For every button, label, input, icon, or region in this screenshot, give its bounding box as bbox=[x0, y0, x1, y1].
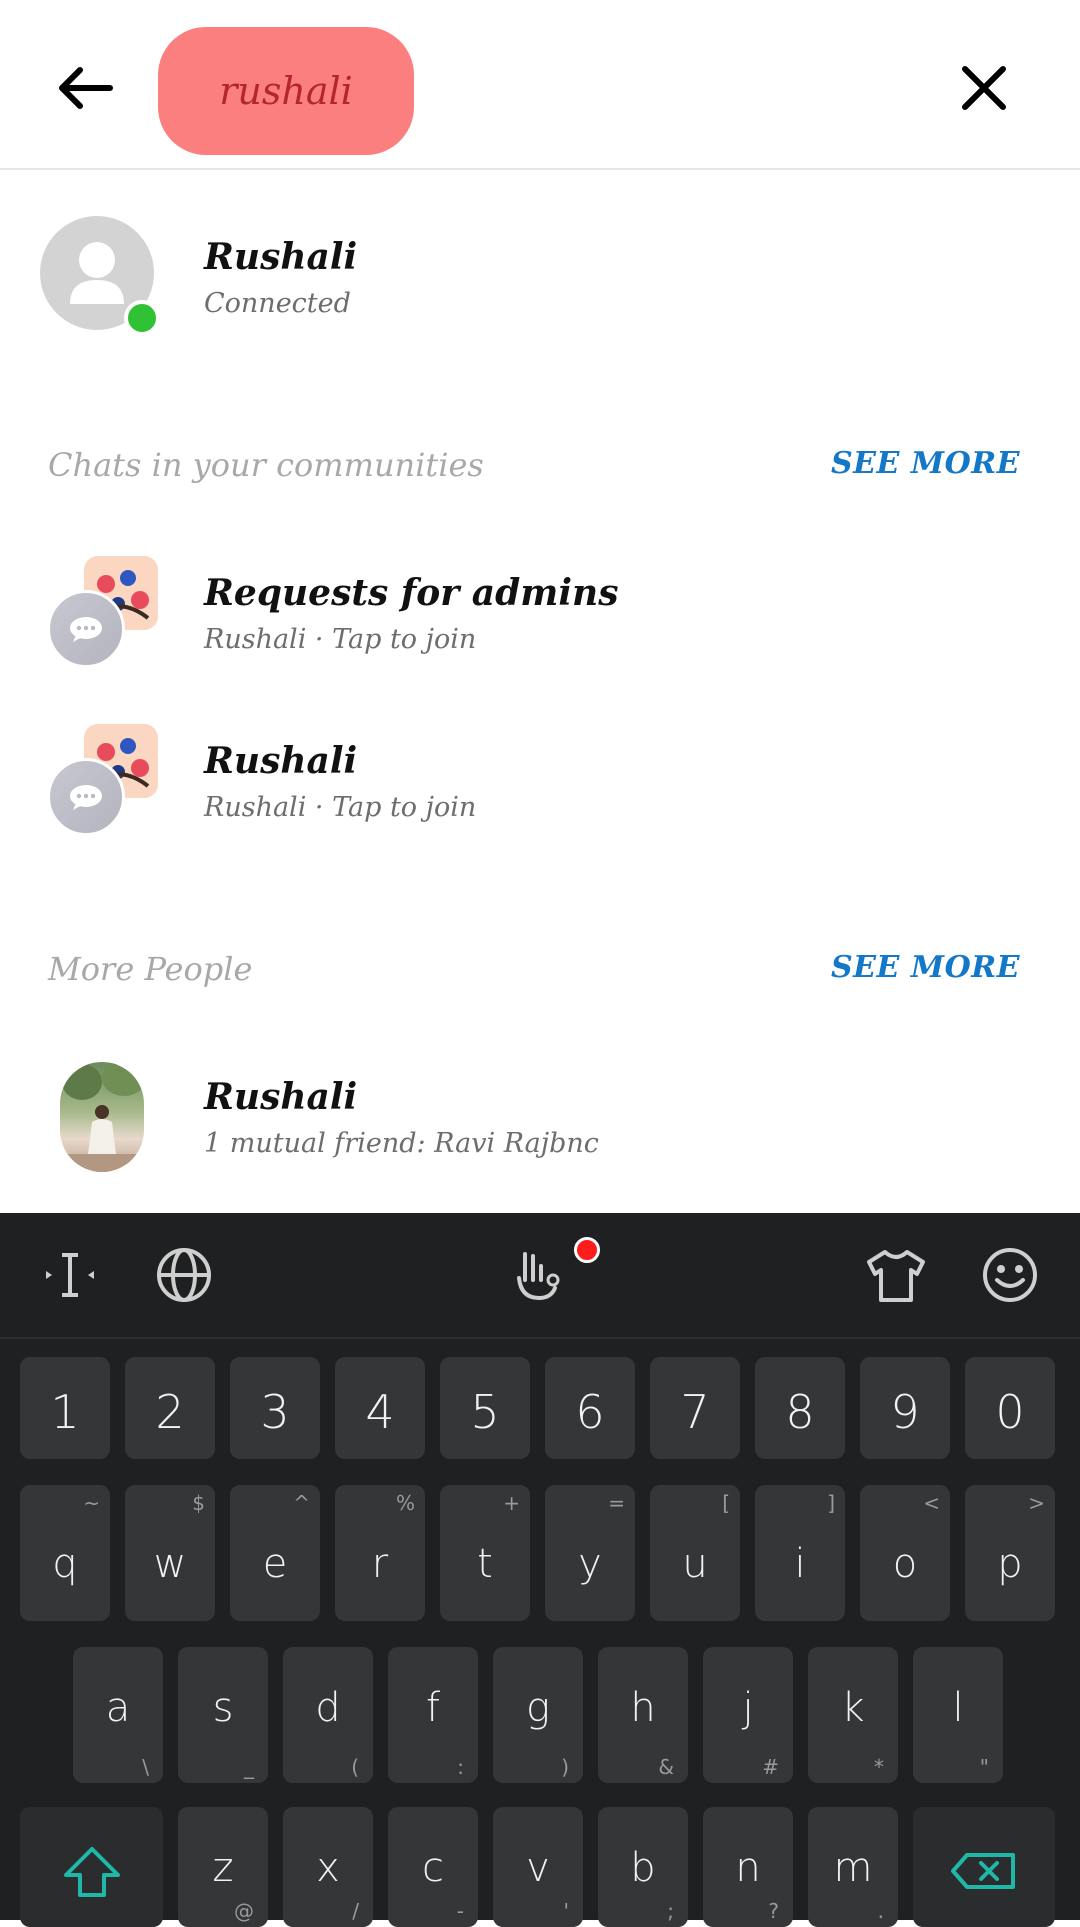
back-button[interactable] bbox=[48, 52, 120, 124]
key-r[interactable]: % r bbox=[335, 1485, 425, 1621]
contact-status: Connected bbox=[204, 288, 351, 319]
shift-arrow-icon bbox=[64, 1847, 120, 1897]
person-name: Rushali bbox=[204, 1076, 358, 1118]
key-4[interactable]: 4 bbox=[335, 1357, 425, 1459]
more-people-section-header: More People SEE MORE bbox=[0, 944, 1080, 1004]
arrow-left-icon bbox=[59, 67, 113, 109]
key-l[interactable]: l " bbox=[913, 1647, 1003, 1783]
key-m[interactable]: m. bbox=[808, 1807, 898, 1927]
key-k[interactable]: k * bbox=[808, 1647, 898, 1783]
key-p[interactable]: > p bbox=[965, 1485, 1055, 1621]
key-i[interactable]: ] i bbox=[755, 1485, 845, 1621]
key-5[interactable]: 5 bbox=[440, 1357, 530, 1459]
search-input[interactable]: rushali bbox=[158, 27, 414, 155]
key-3[interactable]: 3 bbox=[230, 1357, 320, 1459]
person-result-row[interactable]: Rushali 1 mutual friend: Ravi Rajbnc bbox=[0, 1062, 1080, 1202]
chat-bubble-icon bbox=[47, 758, 125, 836]
see-more-people-link[interactable]: SEE MORE bbox=[831, 950, 1020, 985]
key-d[interactable]: d( bbox=[283, 1647, 373, 1783]
contact-result-row[interactable]: Rushali Connected bbox=[0, 216, 1080, 356]
notification-dot bbox=[574, 1237, 600, 1263]
key-w[interactable]: $ w bbox=[125, 1485, 215, 1621]
hand-gesture-icon bbox=[517, 1252, 560, 1301]
shift-key[interactable] bbox=[20, 1807, 163, 1927]
community-chat-subtitle: Rushali · Tap to join bbox=[204, 792, 477, 823]
community-chat-title: Rushali bbox=[204, 740, 358, 782]
key-c[interactable]: c- bbox=[388, 1807, 478, 1927]
key-6[interactable]: 6 bbox=[545, 1357, 635, 1459]
community-chat-row[interactable]: Rushali Rushali · Tap to join bbox=[0, 724, 1080, 864]
text-cursor-icon bbox=[46, 1253, 94, 1297]
search-header: rushali bbox=[0, 0, 1080, 170]
key-y[interactable]: = y bbox=[545, 1485, 635, 1621]
community-chat-title: Requests for admins bbox=[204, 572, 619, 614]
close-icon bbox=[962, 66, 1006, 110]
avatar bbox=[60, 1062, 144, 1172]
backspace-icon bbox=[951, 1853, 1015, 1889]
key-u[interactable]: [u bbox=[650, 1485, 740, 1621]
community-chat-subtitle: Rushali · Tap to join bbox=[204, 624, 477, 655]
emoji-button[interactable] bbox=[978, 1243, 1042, 1307]
section-title: More People bbox=[48, 950, 253, 988]
search-query-text: rushali bbox=[219, 69, 353, 113]
key-7[interactable]: 7 bbox=[650, 1357, 740, 1459]
clear-search-button[interactable] bbox=[948, 52, 1020, 124]
tshirt-icon bbox=[867, 1250, 925, 1302]
on-screen-keyboard: 1 2 3 4 5 6 7 8 9 0 ~ q $ w ^ e % r + t = y [u… bbox=[0, 1213, 1080, 1927]
key-f[interactable]: f: bbox=[388, 1647, 478, 1783]
profile-photo-icon bbox=[60, 1062, 144, 1172]
theme-button[interactable] bbox=[864, 1243, 928, 1307]
key-e[interactable]: ^ e bbox=[230, 1485, 320, 1621]
smiley-icon bbox=[983, 1248, 1037, 1302]
key-8[interactable]: 8 bbox=[755, 1357, 845, 1459]
key-o[interactable]: < o bbox=[860, 1485, 950, 1621]
globe-icon bbox=[157, 1248, 211, 1302]
key-s[interactable]: s _ bbox=[178, 1647, 268, 1783]
key-x[interactable]: x / bbox=[283, 1807, 373, 1927]
keyboard-toolbar bbox=[0, 1213, 1080, 1339]
language-button[interactable] bbox=[152, 1243, 216, 1307]
key-v[interactable]: v ' bbox=[493, 1807, 583, 1927]
see-more-communities-link[interactable]: SEE MORE bbox=[831, 446, 1020, 481]
key-q[interactable]: ~ q bbox=[20, 1485, 110, 1621]
gesture-button[interactable] bbox=[508, 1243, 572, 1307]
section-title: Chats in your communities bbox=[48, 446, 484, 484]
key-h[interactable]: h & bbox=[598, 1647, 688, 1783]
community-chat-row[interactable]: Requests for admins Rushali · Tap to joi… bbox=[0, 556, 1080, 696]
online-status-dot bbox=[124, 300, 160, 336]
communities-section-header: Chats in your communities SEE MORE bbox=[0, 440, 1080, 500]
key-g[interactable]: g) bbox=[493, 1647, 583, 1783]
key-z[interactable]: z @ bbox=[178, 1807, 268, 1927]
key-j[interactable]: j # bbox=[703, 1647, 793, 1783]
key-a[interactable]: a \ bbox=[73, 1647, 163, 1783]
key-2[interactable]: 2 bbox=[125, 1357, 215, 1459]
contact-name: Rushali bbox=[204, 236, 358, 278]
key-0[interactable]: 0 bbox=[965, 1357, 1055, 1459]
backspace-key[interactable] bbox=[913, 1807, 1055, 1927]
key-b[interactable]: b; bbox=[598, 1807, 688, 1927]
key-n[interactable]: n? bbox=[703, 1807, 793, 1927]
key-1[interactable]: 1 bbox=[20, 1357, 110, 1459]
key-9[interactable]: 9 bbox=[860, 1357, 950, 1459]
key-t[interactable]: + t bbox=[440, 1485, 530, 1621]
chat-bubble-icon bbox=[47, 590, 125, 668]
cursor-move-button[interactable] bbox=[38, 1243, 102, 1307]
mutual-friend-text: 1 mutual friend: Ravi Rajbnc bbox=[204, 1128, 599, 1159]
